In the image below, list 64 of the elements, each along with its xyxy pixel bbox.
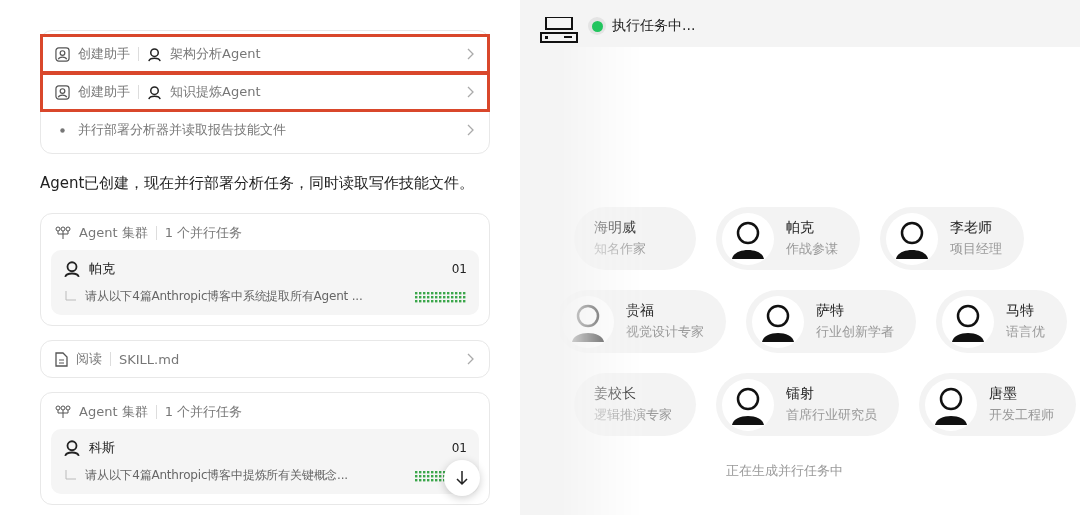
cluster-title: Agent 集群 — [79, 224, 148, 242]
agent-name: 架构分析Agent — [170, 45, 261, 63]
agent-name: 帕克 — [89, 260, 115, 278]
chevron-icon — [467, 124, 475, 136]
agent-pill[interactable]: 唐墨 开发工程师 — [919, 373, 1076, 436]
read-label: 阅读 — [76, 350, 102, 368]
step-action: 创建助手 — [78, 83, 130, 101]
avatar-icon — [63, 439, 81, 457]
avatar-icon — [147, 84, 162, 100]
agent-name: 李老师 — [950, 219, 993, 237]
avatar-icon — [147, 46, 162, 62]
agent-name: 海明威 — [594, 219, 637, 237]
agent-name: 帕克 — [786, 219, 815, 237]
agent-role: 项目经理 — [950, 241, 1002, 258]
step-row[interactable]: 创建助手 知识提炼Agent — [41, 73, 489, 111]
chevron-icon — [467, 86, 475, 98]
agent-role: 语言优 — [1006, 324, 1045, 341]
cluster-icon — [55, 405, 71, 419]
agent-role: 作战参谋 — [786, 241, 838, 258]
chevron-icon — [467, 48, 475, 60]
user-icon — [55, 84, 70, 100]
agent-name: 贵福 — [626, 302, 655, 320]
agent-pill[interactable]: 李老师 项目经理 — [880, 207, 1024, 270]
avatar-icon — [63, 260, 81, 278]
agent-name: 马特 — [1006, 302, 1035, 320]
agent-name: 科斯 — [89, 439, 115, 457]
cluster-icon — [55, 226, 71, 240]
progress-dots-drawing — [415, 290, 467, 303]
step-action: 创建助手 — [78, 45, 130, 63]
progress-caption: 正在生成并行任务中 — [726, 462, 844, 480]
step-row[interactable]: 并行部署分析器并读取报告技能文件 — [41, 111, 489, 149]
agent-role: 首席行业研究员 — [786, 407, 877, 424]
cluster-meta: 1 个并行任务 — [164, 224, 243, 242]
assistant-message: Agent已创建，现在并行部署分析任务，同时读取写作技能文件。 — [40, 173, 476, 194]
chevron-icon — [467, 353, 475, 365]
agent-name: 镭射 — [786, 385, 815, 403]
cluster-title: Agent 集群 — [79, 403, 148, 421]
computer-icon — [540, 17, 578, 43]
agent-name: 姜校长 — [594, 385, 637, 403]
branch-line-icon — [63, 469, 77, 482]
agent-role: 行业创新学者 — [816, 324, 894, 341]
agent-name: 唐墨 — [989, 385, 1018, 403]
cluster-meta: 1 个并行任务 — [164, 403, 243, 421]
file-read-card[interactable]: 阅读 SKILL.md — [40, 340, 490, 378]
agent-name: 萨特 — [816, 302, 845, 320]
task-index: 01 — [451, 441, 467, 455]
agent-pill[interactable]: 镭射 首席行业研究员 — [716, 373, 899, 436]
user-icon — [55, 46, 70, 62]
agent-pill[interactable]: 马特 语言优 — [936, 290, 1067, 353]
task-index: 01 — [451, 262, 467, 276]
agent-name: 知识提炼Agent — [170, 83, 261, 101]
file-name: SKILL.md — [119, 351, 180, 367]
task-text: 请从以下4篇Anthropic博客中提炼所有关键概念... — [85, 467, 349, 484]
status-text: 执行任务中... — [612, 17, 696, 35]
agent-role: 开发工程师 — [989, 407, 1054, 424]
agent-pill[interactable]: 萨特 行业创新学者 — [746, 290, 916, 353]
step-row[interactable]: 创建助手 架构分析Agent — [41, 35, 489, 73]
document-icon — [55, 351, 68, 367]
step-action: 并行部署分析器并读取报告技能文件 — [78, 121, 286, 139]
arrow-down-icon — [455, 470, 469, 486]
agent-pill[interactable]: 帕克 作战参谋 — [716, 207, 860, 270]
task-text: 请从以下4篇Anthropic博客中系统提取所有Agent ... — [85, 288, 364, 305]
branch-line-icon — [63, 290, 77, 303]
agent-role: 视觉设计专家 — [626, 324, 704, 341]
